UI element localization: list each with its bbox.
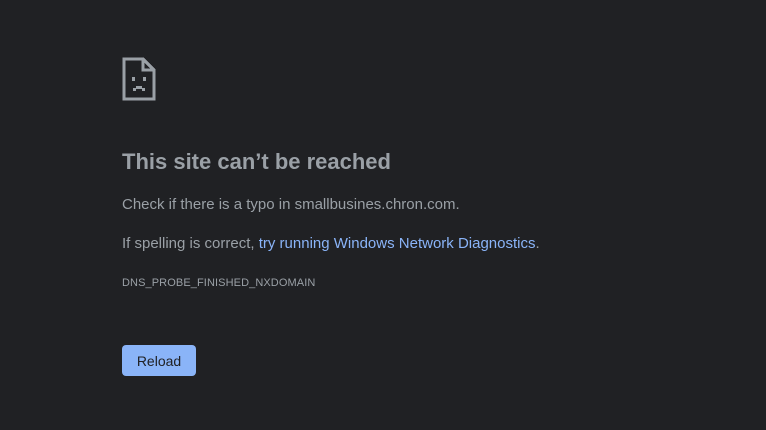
spelling-message: If spelling is correct, try running Wind…	[122, 234, 540, 254]
sad-document-icon	[122, 57, 156, 101]
network-diagnostics-link[interactable]: try running Windows Network Diagnostics	[259, 235, 536, 252]
error-code: DNS_PROBE_FINISHED_NXDOMAIN	[122, 277, 316, 289]
spelling-suffix: .	[535, 235, 540, 252]
reload-button[interactable]: Reload	[122, 345, 196, 376]
page-title: This site can’t be reached	[122, 149, 391, 174]
spelling-prefix: If spelling is correct,	[122, 235, 259, 252]
typo-message: Check if there is a typo in smallbusines…	[122, 196, 460, 213]
